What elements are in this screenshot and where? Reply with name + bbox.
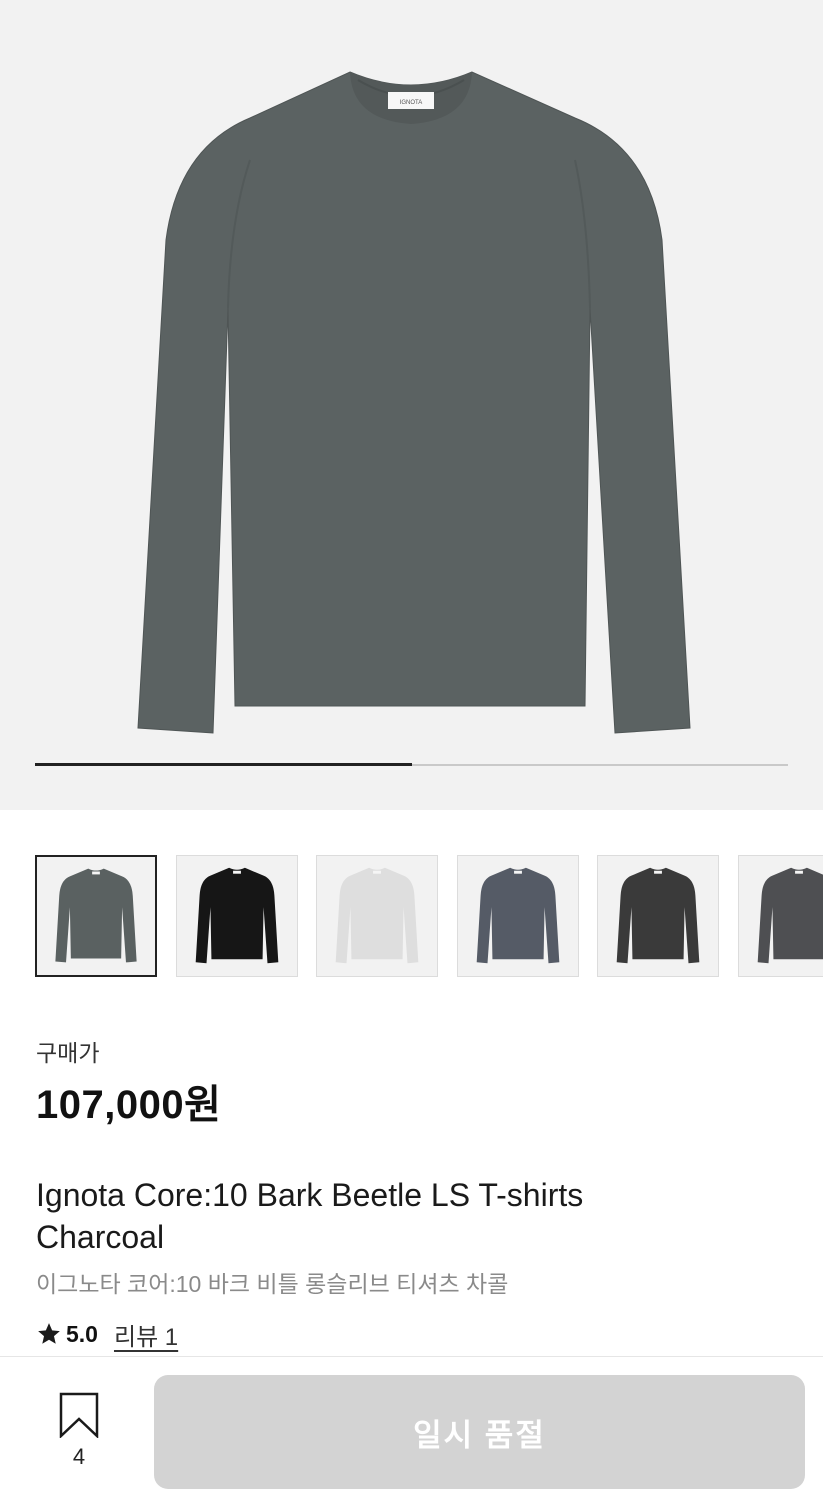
thumbnail-light-grey[interactable] (316, 855, 438, 977)
product-image-gallery[interactable]: IGNOTA (0, 0, 823, 810)
star-icon (38, 1323, 60, 1344)
thumbnail-graphite[interactable] (737, 855, 823, 977)
product-name-korean: 이그노타 코어:10 바크 비틀 롱슬리브 티셔츠 차콜 (36, 1271, 509, 1297)
thumbnail-dark-grey[interactable] (597, 855, 719, 977)
neck-label: IGNOTA (400, 100, 423, 106)
thumbnail-image (55, 868, 137, 963)
bottom-bar-divider (0, 1356, 823, 1357)
bookmark-icon (59, 1392, 99, 1438)
bookmark-button[interactable]: 4 (48, 1388, 110, 1478)
color-variant-thumbnails (35, 855, 823, 977)
product-price: 107,000원 (36, 1083, 222, 1127)
gallery-progress-bar (35, 763, 788, 766)
thumbnail-image (616, 867, 700, 964)
thumbnail-image (476, 867, 559, 964)
price-label: 구매가 (36, 1040, 100, 1066)
thumbnail-image (757, 867, 823, 964)
thumbnail-image (195, 867, 278, 964)
review-link[interactable]: 리뷰 1 (114, 1317, 178, 1352)
sold-out-button[interactable]: 일시 품절 (154, 1375, 805, 1489)
thumbnail-image (335, 867, 419, 964)
product-name-english: Ignota Core:10 Bark Beetle LS T-shirts C… (36, 1177, 584, 1255)
bookmark-count: 4 (72, 1444, 86, 1469)
rating-summary: 5.0 리뷰 1 (36, 1317, 178, 1352)
thumbnail-charcoal[interactable] (35, 855, 157, 977)
rating-score: 5.0 (66, 1320, 98, 1347)
thumbnail-black[interactable] (175, 855, 298, 977)
gallery-progress-fill (35, 763, 412, 766)
thumbnail-slate[interactable] (456, 855, 579, 977)
main-product-image: IGNOTA (137, 71, 691, 734)
